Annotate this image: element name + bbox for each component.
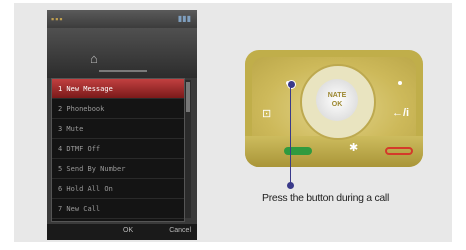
- camera-icon[interactable]: ⊡: [262, 107, 271, 120]
- menu-item-new-message[interactable]: 1 New Message: [52, 79, 184, 99]
- callout-marker: [287, 80, 296, 89]
- callout-line: [290, 84, 291, 184]
- battery-icon: ▮▮▮: [177, 14, 191, 23]
- softkey-bar: OK Cancel: [47, 224, 197, 240]
- menu-item-send-by-number[interactable]: 5 Send By Number: [52, 159, 184, 179]
- callout-end-dot: [287, 182, 294, 189]
- call-options-menu: 1 New Message 2 Phonebook 3 Mute 4 DTMF …: [51, 78, 185, 222]
- bluetooth-icon[interactable]: ✱: [349, 141, 358, 154]
- menu-item-mute[interactable]: 3 Mute: [52, 119, 184, 139]
- end-key[interactable]: [385, 147, 413, 155]
- menu-item-hold-all-on[interactable]: 6 Hold All On: [52, 179, 184, 199]
- menu-item-dtmf-off[interactable]: 4 DTMF Off: [52, 139, 184, 159]
- menu-scrollbar[interactable]: [185, 80, 191, 218]
- ok-label: OK: [331, 101, 343, 108]
- signal-icon: ▪▪▪: [51, 14, 64, 24]
- call-key[interactable]: [284, 147, 312, 155]
- menu-item-phonebook[interactable]: 2 Phonebook: [52, 99, 184, 119]
- clear-button[interactable]: ←/i: [392, 107, 409, 119]
- home-icon: ⌂: [90, 51, 98, 66]
- phone-screen: ▪▪▪ ▮▮▮ ⌂ 1 New Message 2 Phonebook 3 Mu…: [47, 10, 197, 240]
- phone-keypad: NATE OK ⊡ ←/i ✱: [245, 50, 423, 167]
- divider: [99, 70, 147, 72]
- ok-softkey[interactable]: OK: [123, 227, 133, 234]
- instruction-caption: Press the button during a call: [262, 192, 389, 204]
- status-bar: ▪▪▪ ▮▮▮: [47, 10, 197, 28]
- menu-item-new-call[interactable]: 7 New Call: [52, 199, 184, 219]
- scrollbar-thumb[interactable]: [186, 82, 190, 112]
- ok-brand-label: NATE: [327, 92, 347, 99]
- cancel-softkey[interactable]: Cancel: [169, 227, 191, 234]
- right-softkey-dot: [398, 81, 402, 85]
- nate-ok-button[interactable]: NATE OK: [316, 79, 358, 121]
